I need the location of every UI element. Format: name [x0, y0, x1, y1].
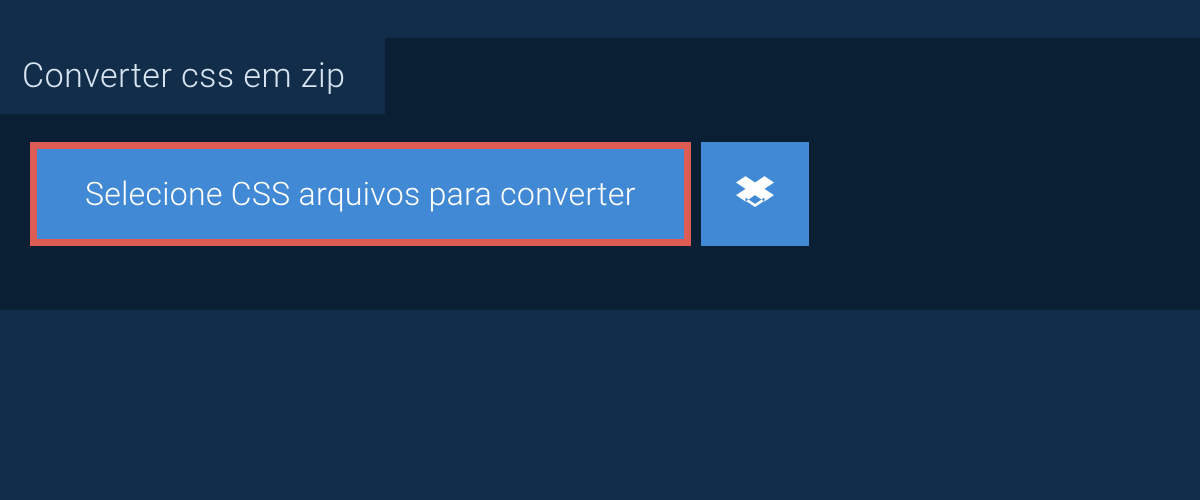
tab-header[interactable]: Converter css em zip	[0, 38, 385, 114]
select-files-button[interactable]: Selecione CSS arquivos para converter	[30, 142, 691, 246]
top-strip	[0, 0, 1200, 38]
dropbox-button[interactable]	[701, 142, 809, 246]
bottom-strip	[0, 310, 1200, 500]
dropbox-icon	[736, 173, 774, 215]
tab-title: Converter css em zip	[22, 56, 345, 96]
select-files-label: Selecione CSS arquivos para converter	[85, 175, 636, 213]
button-row: Selecione CSS arquivos para converter	[30, 142, 1200, 246]
